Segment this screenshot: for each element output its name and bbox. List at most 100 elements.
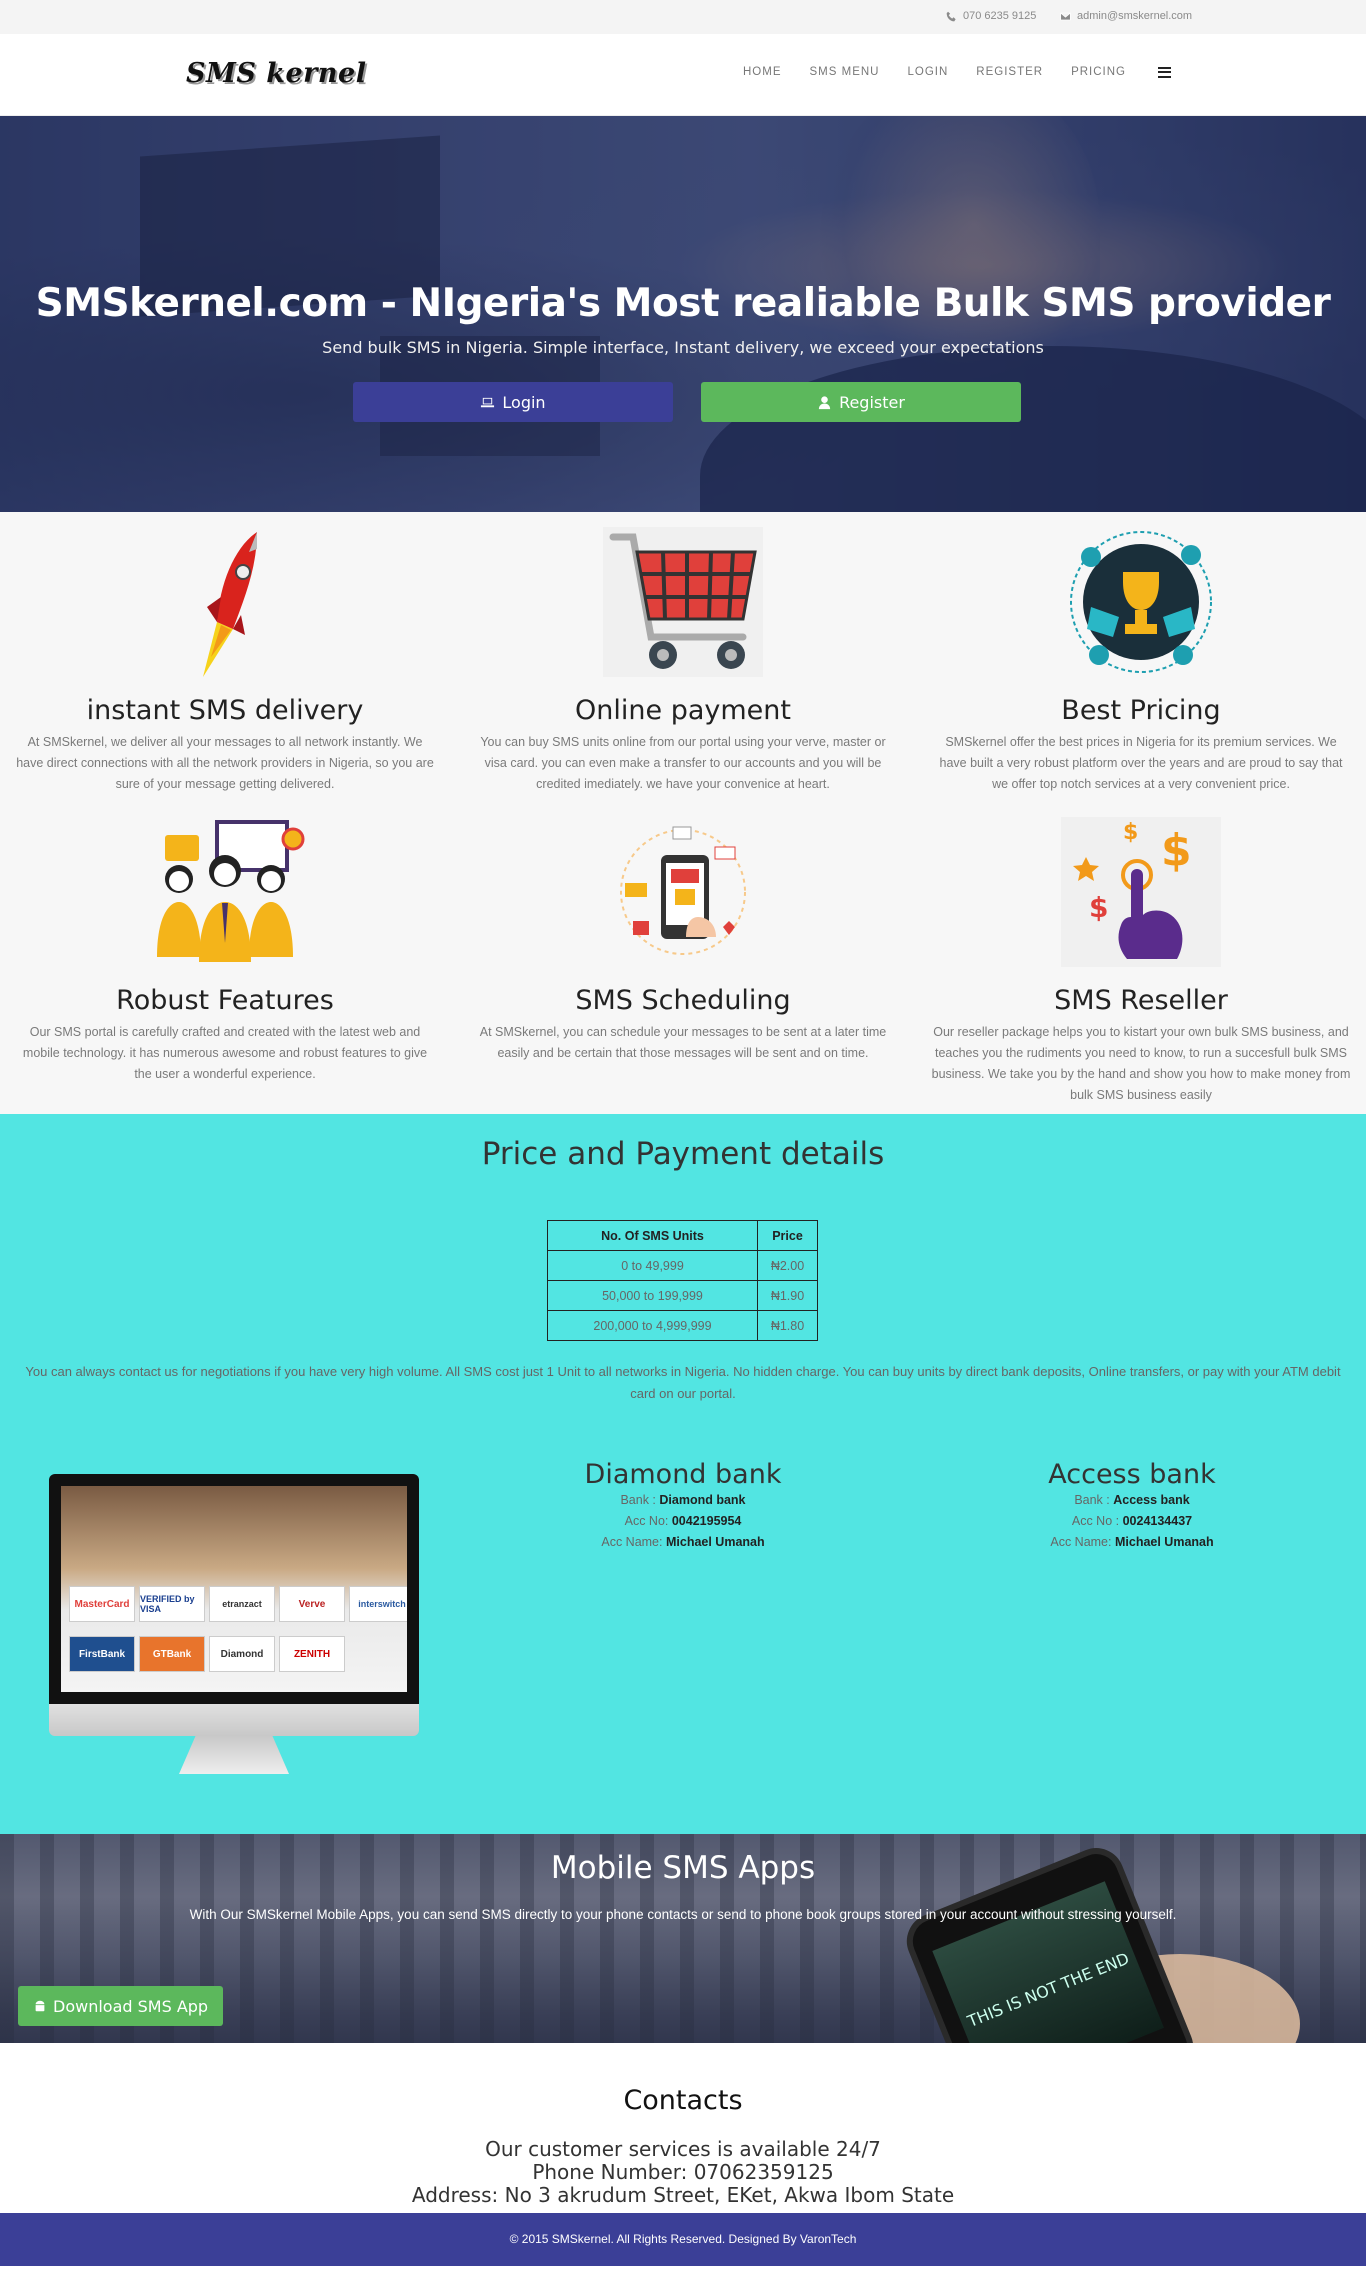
hero-login-button[interactable]: Login: [353, 382, 673, 422]
imac-screen-content: MasterCard VERIFIED by VISA etranzact Ve…: [61, 1486, 407, 1692]
payment-logo: Verve: [279, 1586, 345, 1622]
feature-text: At SMSkernel, we deliver all your messag…: [16, 735, 434, 791]
feature-title: instant SMS delivery: [86, 695, 364, 726]
table-cell-units: 0 to 49,999: [547, 1250, 758, 1281]
table-cell-units: 200,000 to 4,999,999: [547, 1310, 758, 1341]
footer: © 2015 SMSkernel. All Rights Reserved. D…: [0, 2213, 1366, 2266]
bank-title: Diamond bank: [584, 1459, 782, 1490]
topbar-phone: 070 6235 9125: [946, 10, 1036, 22]
pricing-section: Price and Payment details No. Of SMS Uni…: [0, 1114, 1366, 1834]
bank-name-line: Bank : Diamond bank: [620, 1493, 746, 1507]
account-number-line: Acc No: 0042195954: [624, 1514, 742, 1528]
payment-logo: Diamond: [209, 1636, 275, 1672]
features-section: instant SMS delivery At SMSkernel, we de…: [0, 512, 1366, 1114]
envelope-icon: [1060, 12, 1071, 20]
feature-text: You can buy SMS units online from our po…: [480, 735, 886, 791]
top-contact-bar: 070 6235 9125 admin@smskernel.com: [0, 0, 1366, 34]
download-app-label: Download SMS App: [53, 1996, 209, 2016]
feature-title: Best Pricing: [1061, 695, 1221, 726]
contacts-availability: Our customer services is available 24/7: [485, 2137, 881, 2161]
account-number-line: Acc No : 0024134437: [1071, 1514, 1193, 1528]
download-app-button[interactable]: Download SMS App: [18, 1986, 224, 2026]
hero-banner: SMSkernel.com - NIgeria's Most realiable…: [0, 116, 1366, 512]
rocket-icon: [145, 527, 305, 677]
laptop-icon: [481, 397, 495, 407]
table-header-units: No. Of SMS Units: [547, 1220, 758, 1251]
hero-register-label: Register: [839, 392, 905, 412]
feature-title: Online payment: [575, 695, 791, 726]
feature-card: instant SMS delivery At SMSkernel, we de…: [5, 527, 445, 795]
contacts-address: Address: No 3 akrudum Street, EKet, Akwa…: [411, 2183, 955, 2207]
svg-text:$: $: [1123, 820, 1138, 845]
navbar: SMS kernel HOME SMS MENU LOGIN REGISTER …: [0, 34, 1366, 116]
android-icon: [35, 2000, 45, 2012]
feature-card: SMS Scheduling At SMSkernel, you can sch…: [463, 817, 903, 1064]
account-name-line: Acc Name: Michael Umanah: [1050, 1535, 1214, 1549]
trophy-icon: [1061, 527, 1221, 677]
feature-title: SMS Scheduling: [575, 985, 791, 1016]
phone-icon: [946, 11, 956, 21]
svg-text:$: $: [1089, 891, 1108, 924]
feature-title: Robust Features: [116, 985, 334, 1016]
bank-name-line: Bank : Access bank: [1074, 1493, 1190, 1507]
table-cell-price: ₦1.80: [757, 1310, 818, 1341]
hamburger-icon[interactable]: [1158, 66, 1171, 78]
payment-methods-image: MasterCard VERIFIED by VISA etranzact Ve…: [49, 1474, 419, 1774]
nav-sms-menu[interactable]: SMS MENU: [810, 66, 880, 78]
feature-card: Robust Features Our SMS portal is carefu…: [5, 817, 445, 1085]
bank-details-diamond: Diamond bank Bank : Diamond bank Acc No:…: [513, 1459, 853, 1553]
table-cell-price: ₦1.90: [757, 1280, 818, 1311]
topbar-email-text[interactable]: admin@smskernel.com: [1077, 10, 1192, 22]
table-cell-units: 50,000 to 199,999: [547, 1280, 758, 1311]
apps-text: With Our SMSkernel Mobile Apps, you can …: [189, 1907, 1177, 1922]
contacts-phone: Phone Number: 07062359125: [532, 2160, 834, 2184]
feature-card: $ $ $ SMS Reseller Our reseller package …: [921, 817, 1361, 1106]
imac-chin: [49, 1704, 419, 1736]
imac-stand: [179, 1736, 289, 1774]
table-header-row: No. Of SMS Units Price: [547, 1220, 818, 1251]
contacts-title: Contacts: [623, 2085, 743, 2116]
feature-text: Our SMS portal is carefully crafted and …: [22, 1025, 428, 1081]
hand-dollar-icon: $ $ $: [1061, 817, 1221, 967]
contacts-section: Contacts Our customer services is availa…: [0, 2043, 1366, 2213]
mobile-apps-section: THIS IS NOT THE END Mobile SMS Apps With…: [0, 1834, 1366, 2043]
nav-pricing[interactable]: PRICING: [1071, 66, 1126, 78]
feature-text: SMSkernel offer the best prices in Niger…: [939, 735, 1343, 791]
user-icon: [818, 395, 831, 409]
hero-title: SMSkernel.com - NIgeria's Most realiable…: [35, 281, 1331, 326]
mobile-shopping-icon: [603, 817, 763, 967]
feature-text: Our reseller package helps you to kistar…: [931, 1025, 1351, 1102]
nav-login[interactable]: LOGIN: [907, 66, 948, 78]
nav-links: HOME SMS MENU LOGIN REGISTER PRICING: [743, 66, 1171, 78]
topbar-email[interactable]: admin@smskernel.com: [1060, 10, 1192, 22]
payment-logo: ZENITH: [279, 1636, 345, 1672]
table-header-price: Price: [757, 1220, 818, 1251]
payment-logo: FirstBank: [69, 1636, 135, 1672]
nav-register[interactable]: REGISTER: [976, 66, 1043, 78]
payment-logo: MasterCard: [69, 1586, 135, 1622]
table-row: 200,000 to 4,999,999 ₦1.80: [547, 1310, 818, 1341]
topbar-phone-text: 070 6235 9125: [963, 10, 1037, 22]
feature-title: SMS Reseller: [1054, 985, 1228, 1016]
hero-subtitle: Send bulk SMS in Nigeria. Simple interfa…: [322, 338, 1044, 357]
shopping-cart-icon: [603, 527, 763, 677]
pricing-title: Price and Payment details: [481, 1136, 885, 1172]
table-row: 50,000 to 199,999 ₦1.90: [547, 1280, 818, 1311]
nav-home[interactable]: HOME: [743, 66, 782, 78]
payment-logo: GTBank: [139, 1636, 205, 1672]
table-cell-price: ₦2.00: [757, 1250, 818, 1281]
bank-details-access: Access bank Bank : Access bank Acc No : …: [962, 1459, 1302, 1553]
hero-register-button[interactable]: Register: [701, 382, 1021, 422]
price-table: No. Of SMS Units Price 0 to 49,999 ₦2.00…: [547, 1220, 818, 1341]
payment-logo: interswitch: [349, 1586, 407, 1622]
table-row: 0 to 49,999 ₦2.00: [547, 1250, 818, 1281]
team-icon: [145, 817, 305, 967]
site-logo[interactable]: SMS kernel: [186, 58, 366, 89]
imac-screen: MasterCard VERIFIED by VISA etranzact Ve…: [49, 1474, 419, 1704]
feature-text: At SMSkernel, you can schedule your mess…: [479, 1025, 887, 1060]
payment-logo: etranzact: [209, 1586, 275, 1622]
footer-copyright: © 2015 SMSkernel. All Rights Reserved. D…: [509, 2232, 857, 2246]
apps-title: Mobile SMS Apps: [550, 1850, 816, 1886]
svg-text:$: $: [1161, 825, 1192, 876]
hero-login-label: Login: [502, 392, 546, 412]
